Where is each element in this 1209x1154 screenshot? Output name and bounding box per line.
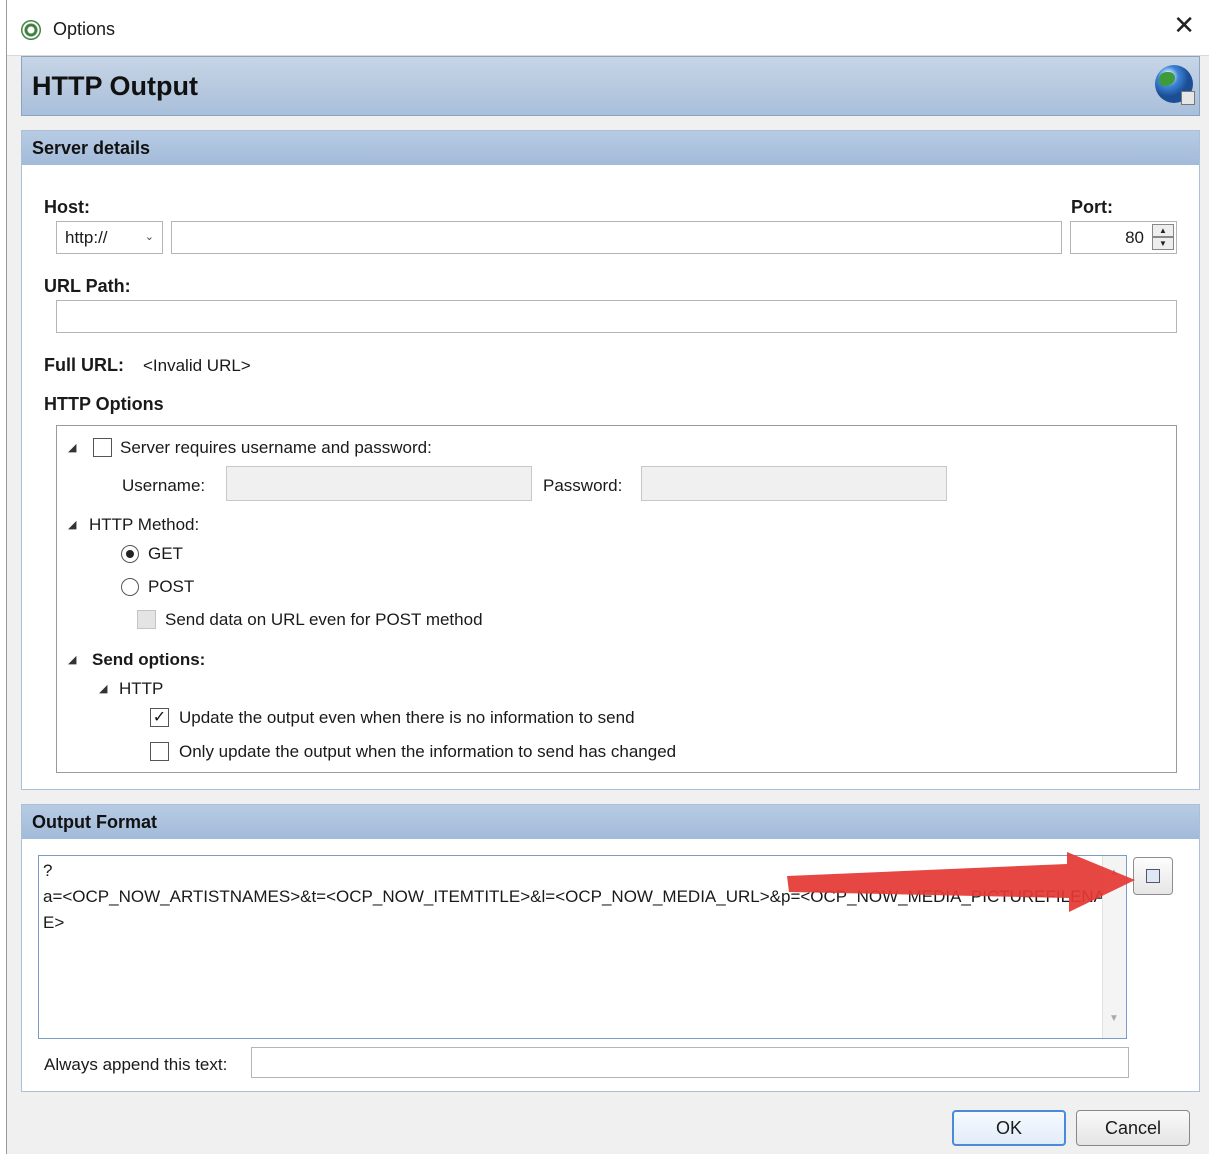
close-icon[interactable]: ✕ <box>1173 12 1195 38</box>
get-label: GET <box>148 544 183 563</box>
password-field[interactable] <box>641 466 947 501</box>
output-format-heading: Output Format <box>22 805 1199 839</box>
http-options-tree: ◢ Server requires username and password:… <box>56 425 1177 773</box>
port-stepper[interactable]: 80 ▲ ▼ <box>1070 221 1177 254</box>
url-path-label: URL Path: <box>44 276 131 296</box>
append-text-input[interactable] <box>251 1047 1129 1078</box>
window-title: Options <box>53 19 116 39</box>
send-on-url-checkbox[interactable] <box>137 610 156 629</box>
scroll-down-icon[interactable]: ▼ <box>1109 1006 1119 1032</box>
globe-icon <box>1155 65 1195 105</box>
protocol-value: http:// <box>65 228 108 247</box>
host-input[interactable] <box>171 221 1062 254</box>
send-on-url-label: Send data on URL even for POST method <box>165 610 483 629</box>
cancel-button[interactable]: Cancel <box>1076 1110 1190 1146</box>
port-value: 80 <box>1125 228 1144 247</box>
expand-triangle-icon[interactable]: ◢ <box>68 441 76 454</box>
expand-triangle-icon[interactable]: ◢ <box>68 518 76 531</box>
page-header: HTTP Output <box>21 56 1200 116</box>
protocol-select[interactable]: http:// ⌄ <box>56 221 163 254</box>
expand-triangle-icon[interactable]: ◢ <box>68 653 76 666</box>
spin-down-icon[interactable]: ▼ <box>1152 237 1174 250</box>
update-changed-checkbox[interactable] <box>150 742 169 761</box>
server-details-panel: Server details Host: Port: http:// ⌄ 80 … <box>21 130 1200 790</box>
http-node-label: HTTP <box>119 679 164 698</box>
update-changed-label: Only update the output when the informat… <box>179 742 677 761</box>
app-icon <box>21 20 41 40</box>
port-spin-buttons[interactable]: ▲ ▼ <box>1152 224 1174 251</box>
port-label: Port: <box>1071 197 1113 217</box>
spin-up-icon[interactable]: ▲ <box>1152 224 1174 237</box>
get-radio[interactable] <box>121 545 139 563</box>
full-url-value: <Invalid URL> <box>143 356 251 375</box>
options-dialog: Options ✕ HTTP Output Server details Hos… <box>6 0 1209 1154</box>
server-details-heading: Server details <box>22 131 1199 165</box>
http-method-label: HTTP Method: <box>89 515 200 534</box>
post-label: POST <box>148 577 195 596</box>
auth-label: Server requires username and password: <box>120 438 432 457</box>
chevron-down-icon: ⌄ <box>144 231 154 243</box>
update-always-checkbox[interactable]: ✓ <box>150 708 169 727</box>
send-options-label: Send options: <box>92 650 206 669</box>
username-label: Username: <box>122 476 206 495</box>
url-path-input[interactable] <box>56 300 1177 333</box>
host-label: Host: <box>44 197 90 217</box>
annotation-arrow-icon <box>787 852 1135 912</box>
username-field[interactable] <box>226 466 532 501</box>
insert-tag-icon <box>1146 869 1160 883</box>
page-title: HTTP Output <box>32 71 198 101</box>
update-always-label: Update the output even when there is no … <box>179 708 635 727</box>
auth-checkbox[interactable] <box>93 438 112 457</box>
output-format-panel: Output Format ? a=<OCP_NOW_ARTISTNAMES>&… <box>21 804 1200 1092</box>
full-url-label: Full URL: <box>44 355 124 375</box>
post-radio[interactable] <box>121 578 139 596</box>
ok-button[interactable]: OK <box>952 1110 1066 1146</box>
expand-triangle-icon[interactable]: ◢ <box>99 682 107 695</box>
password-label: Password: <box>543 476 623 495</box>
title-bar: Options ✕ <box>7 0 1209 56</box>
append-label: Always append this text: <box>44 1055 228 1074</box>
http-options-label: HTTP Options <box>44 394 164 414</box>
